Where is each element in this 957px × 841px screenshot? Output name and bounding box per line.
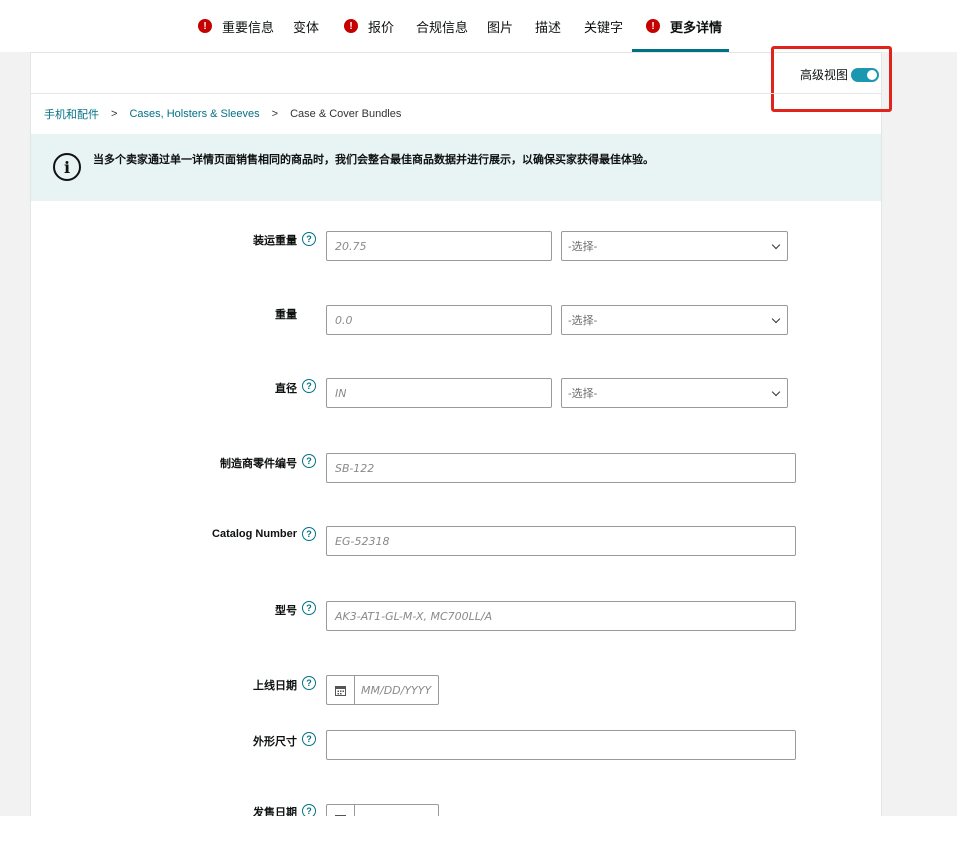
tab-label: 更多详情 [670, 19, 723, 35]
info-message: 当多个卖家通过单一详情页面销售相同的商品时，我们会整合最佳商品数据并进行展示，以… [93, 154, 654, 166]
chevron-down-icon [771, 387, 781, 397]
tab-compliance[interactable]: 合规信息 [416, 0, 468, 52]
help-icon[interactable]: ? [302, 454, 316, 468]
tab-key-info[interactable]: ! 重要信息 [198, 0, 274, 52]
breadcrumb-separator: > [111, 108, 118, 120]
help-icon[interactable]: ? [302, 732, 316, 746]
chevron-down-icon [771, 314, 781, 324]
catalog-number-input[interactable]: EG-52318 [326, 526, 796, 556]
mfr-part-number-input[interactable]: SB-122 [326, 453, 796, 483]
diameter-input[interactable]: IN [326, 378, 552, 408]
catalog-number-label: Catalog Number [212, 528, 297, 540]
tab-images[interactable]: 图片 [487, 0, 513, 52]
diameter-unit-select[interactable]: -选择- [561, 378, 788, 408]
tab-label: 变体 [293, 19, 320, 35]
breadcrumb-link-cases[interactable]: Cases, Holsters & Sleeves [129, 108, 259, 120]
help-icon[interactable]: ? [302, 527, 316, 541]
launch-date-label: 上线日期 [253, 680, 297, 692]
shipping-weight-unit-select[interactable]: -选择- [561, 231, 788, 261]
help-icon[interactable]: ? [302, 804, 316, 816]
tab-label: 报价 [368, 19, 395, 35]
page-footer-space [0, 816, 957, 841]
breadcrumb-separator: > [271, 108, 279, 120]
weight-label: 重量 [275, 309, 297, 321]
error-icon: ! [344, 19, 358, 33]
weight-input[interactable]: 0.0 [326, 305, 552, 335]
diameter-label: 直径 [275, 383, 297, 395]
help-icon[interactable]: ? [302, 601, 316, 615]
mfr-part-number-label: 制造商零件编号 [220, 458, 297, 470]
release-date-row: 发售日期 ? [0, 796, 957, 816]
release-date-picker[interactable] [326, 804, 439, 816]
highlight-box [771, 46, 892, 112]
launch-date-input[interactable]: MM/DD/YYYY [355, 676, 431, 704]
breadcrumb: 手机和配件 > Cases, Holsters & Sleeves > Case… [44, 106, 401, 122]
model-number-input[interactable]: AK3-AT1-GL-M-X, MC700LL/A [326, 601, 796, 631]
shipping-weight-input[interactable]: 20.75 [326, 231, 552, 261]
tab-label: 重要信息 [222, 19, 275, 35]
error-icon: ! [198, 19, 212, 33]
form-factor-label: 外形尺寸 [253, 736, 297, 748]
tab-label: 合规信息 [416, 19, 469, 35]
info-banner: i 当多个卖家通过单一详情页面销售相同的商品时，我们会整合最佳商品数据并进行展示… [31, 134, 881, 201]
chevron-down-icon [771, 240, 781, 250]
select-value: -选择- [568, 388, 598, 400]
help-icon[interactable]: ? [302, 379, 316, 393]
calendar-icon[interactable] [327, 805, 355, 816]
form-factor-input[interactable] [326, 730, 796, 760]
shipping-weight-label: 装运重量 [253, 235, 297, 247]
error-icon: ! [646, 19, 660, 33]
tab-variations[interactable]: 变体 [293, 0, 319, 52]
tab-keywords[interactable]: 关键字 [584, 0, 623, 52]
tab-label: 描述 [535, 19, 562, 35]
breadcrumb-link-phones[interactable]: 手机和配件 [44, 106, 99, 122]
divider [31, 93, 881, 94]
launch-date-picker[interactable]: MM/DD/YYYY [326, 675, 439, 705]
select-value: -选择- [568, 315, 598, 327]
weight-unit-select[interactable]: -选择- [561, 305, 788, 335]
tab-description[interactable]: 描述 [535, 0, 561, 52]
help-icon[interactable]: ? [302, 232, 316, 246]
tab-bar: ! 重要信息 变体 ! 报价 合规信息 图片 描述 关键字 ! 更多详情 [0, 0, 957, 52]
model-number-label: 型号 [275, 605, 297, 617]
breadcrumb-current: Case & Cover Bundles [290, 108, 402, 120]
tab-label: 关键字 [584, 19, 624, 35]
info-icon: i [53, 153, 81, 181]
release-date-label: 发售日期 [253, 807, 297, 816]
release-date-input[interactable] [355, 805, 361, 816]
tab-offer[interactable]: ! 报价 [344, 0, 394, 52]
select-value: -选择- [568, 241, 598, 253]
tab-more-details[interactable]: ! 更多详情 [632, 0, 729, 52]
calendar-icon[interactable] [327, 676, 355, 704]
help-icon[interactable]: ? [302, 676, 316, 690]
tab-label: 图片 [487, 19, 514, 35]
